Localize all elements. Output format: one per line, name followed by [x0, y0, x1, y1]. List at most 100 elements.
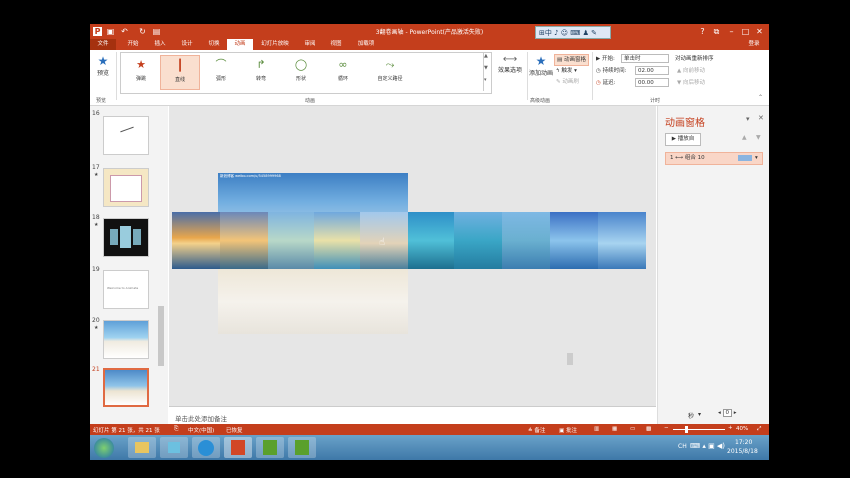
- gallery-scroll[interactable]: ▲ ▼ ▾: [483, 53, 490, 91]
- zoom-slider[interactable]: [673, 426, 725, 433]
- collapse-ribbon-icon[interactable]: ⌃: [758, 94, 763, 101]
- move-earlier-label: 向前移动: [682, 68, 705, 74]
- normal-view-icon[interactable]: ▥: [594, 426, 599, 432]
- line-path-icon: ┃: [176, 59, 184, 72]
- tab-home[interactable]: 开始: [120, 39, 146, 50]
- preview-star-icon: ★: [97, 54, 109, 68]
- move-later-button[interactable]: ▼ 向后移动: [677, 78, 705, 88]
- reorder-title: 对动画重新排序: [675, 56, 714, 62]
- turn-icon: ↱: [256, 58, 266, 71]
- play-from-button[interactable]: ▶ 播放自: [665, 133, 701, 146]
- fit-slide-icon[interactable]: ⤢: [757, 426, 761, 433]
- start-button-icon[interactable]: [94, 438, 114, 458]
- taskbar-camtasia-recorder-icon[interactable]: [288, 437, 316, 458]
- thumbnail-scrollbar[interactable]: [158, 306, 164, 366]
- taskbar-explorer-icon[interactable]: [128, 437, 156, 458]
- maximize-icon[interactable]: □: [741, 27, 750, 36]
- zoom-level[interactable]: 40%: [736, 426, 748, 432]
- anim-bounce[interactable]: ★ 弹跳: [122, 55, 160, 88]
- tab-animations[interactable]: 动画: [227, 39, 253, 50]
- anim-loop[interactable]: ∞ 循环: [324, 55, 362, 88]
- anim-custom-path[interactable]: ⤳ 自定义路径: [365, 55, 415, 88]
- photo-sunset-1: [172, 212, 220, 269]
- tab-addins[interactable]: 加载项: [352, 39, 380, 50]
- trigger-button[interactable]: ϟ 触发 ▾: [556, 66, 577, 76]
- slide-sorter-icon[interactable]: ▦: [612, 426, 617, 432]
- minimize-icon[interactable]: –: [727, 27, 736, 36]
- taskbar-app-icon[interactable]: [160, 437, 188, 458]
- anim-label: 转弯: [255, 76, 266, 82]
- taskbar-sogou-icon[interactable]: [192, 437, 220, 458]
- divider: [116, 52, 117, 100]
- animation-pane: 动画窗格 ▾ ✕ ▶ 播放自 ▲ ▼ 1 ⟷ 组合 10 ▾ 秒 ▾ ◂ 0 ▸: [657, 106, 769, 428]
- ime-indicator[interactable]: CH: [678, 443, 687, 450]
- animation-pane-button[interactable]: ▤ 动画窗格: [554, 54, 589, 66]
- anim-line[interactable]: ┃ 直线: [160, 55, 200, 90]
- effect-options-button[interactable]: ⟷ 效果选项: [494, 54, 526, 90]
- taskbar-camtasia-icon[interactable]: [256, 437, 284, 458]
- tray-icons[interactable]: ⌨ ▴ ▣ ◀): [690, 442, 725, 450]
- language-status[interactable]: 中文(中国): [188, 426, 214, 434]
- seconds-dropdown-icon[interactable]: ▾: [698, 411, 701, 418]
- tab-slideshow[interactable]: 幻灯片放映: [256, 39, 294, 50]
- delay-input[interactable]: 00.00: [635, 78, 669, 87]
- anim-arc[interactable]: ⌒ 弧形: [202, 55, 240, 88]
- move-earlier-button[interactable]: ▲ 向前移动: [677, 66, 705, 76]
- ime-toolbar[interactable]: ⊞中 ♪ ☺ ⌨ ♟ ✎: [535, 26, 611, 39]
- spellcheck-icon[interactable]: ⎘: [174, 426, 178, 433]
- start-select[interactable]: 单击时: [621, 54, 669, 63]
- preview-button[interactable]: ★ 预览: [92, 54, 114, 88]
- duration-input[interactable]: 02.00: [635, 66, 669, 75]
- slide-thumbnail-16[interactable]: [103, 116, 149, 155]
- comments-button[interactable]: ▣ 批注: [559, 426, 577, 434]
- comments-label: 批注: [565, 428, 577, 434]
- animation-item[interactable]: 1 ⟷ 组合 10 ▾: [665, 152, 763, 165]
- add-animation-button[interactable]: ★ 添加动画: [528, 54, 554, 90]
- ime-icon[interactable]: ⊞中 ♪ ☺ ⌨ ♟ ✎: [539, 28, 597, 38]
- help-button[interactable]: ?: [698, 27, 707, 36]
- anim-shape[interactable]: ◯ 形状: [282, 55, 320, 88]
- slide-thumbnail-20[interactable]: [103, 320, 149, 359]
- lightning-icon: ϟ: [556, 68, 560, 74]
- zoom-timeline[interactable]: ◂ 0 ▸: [718, 409, 748, 419]
- slide-thumbnail-17[interactable]: [103, 168, 149, 207]
- slide-thumbnail-19[interactable]: Welcome to Animate: [103, 270, 149, 309]
- slideshow-view-icon[interactable]: ▩: [646, 426, 651, 432]
- zoom-out-icon[interactable]: −: [664, 425, 669, 431]
- canvas-scrollbar[interactable]: [567, 328, 573, 388]
- anim-label: 弹跳: [135, 76, 146, 82]
- delay-text: 延迟:: [602, 80, 616, 86]
- tab-transitions[interactable]: 切换: [201, 39, 227, 50]
- move-later-label: 向后移动: [682, 80, 705, 86]
- delay-label: ◷ 延迟:: [596, 78, 615, 88]
- duration-text: 持续时间:: [602, 68, 627, 74]
- login-link[interactable]: 登录: [740, 39, 768, 50]
- animation-painter-button[interactable]: ✎ 动画刷: [556, 77, 579, 87]
- taskbar-powerpoint-icon[interactable]: [224, 437, 252, 458]
- animation-star-icon: ★: [94, 325, 99, 331]
- move-up-icon[interactable]: ▲: [742, 134, 747, 141]
- zoom-in-icon[interactable]: +: [728, 425, 733, 431]
- anim-label: 弧形: [215, 76, 226, 82]
- pane-close-icon[interactable]: ✕: [758, 114, 764, 122]
- anim-turn[interactable]: ↱ 转弯: [242, 55, 280, 88]
- pane-options-icon[interactable]: ▾: [746, 115, 750, 123]
- clock-date: 2015/8/18: [727, 448, 758, 455]
- photo-beach-8: [502, 212, 550, 269]
- tab-review[interactable]: 审阅: [298, 39, 322, 50]
- slide-thumbnail-21[interactable]: [103, 368, 149, 407]
- tab-insert[interactable]: 插入: [147, 39, 173, 50]
- item-dropdown-icon[interactable]: ▾: [755, 153, 758, 164]
- notes-button[interactable]: ≙ 备注: [528, 426, 545, 434]
- photo-lagoon-6: [408, 212, 454, 269]
- tab-design[interactable]: 设计: [174, 39, 200, 50]
- move-down-icon[interactable]: ▼: [756, 134, 761, 141]
- slide-text: Welcome to Animate: [107, 286, 139, 290]
- ribbon-display-icon[interactable]: ⧉: [712, 27, 721, 36]
- reading-view-icon[interactable]: ▭: [630, 426, 635, 432]
- tab-file[interactable]: 文件: [90, 39, 116, 50]
- anim-label: 自定义路径: [377, 76, 403, 82]
- tab-view[interactable]: 视图: [324, 39, 348, 50]
- close-icon[interactable]: ✕: [755, 27, 764, 36]
- slide-thumbnail-18[interactable]: [103, 218, 149, 257]
